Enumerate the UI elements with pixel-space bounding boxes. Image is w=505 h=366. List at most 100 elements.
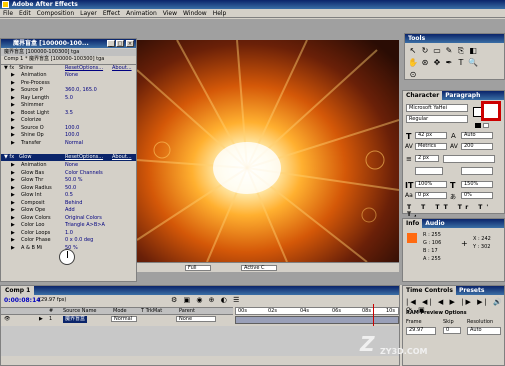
param-value[interactable]: Normal <box>65 140 83 147</box>
pen-tool-icon[interactable]: ✒ <box>444 58 454 68</box>
zoom-select[interactable]: Full <box>185 265 211 271</box>
expand-arrow-icon[interactable]: ▶ <box>11 245 15 252</box>
expand-arrow-icon[interactable]: ▶ <box>11 95 15 102</box>
about-link[interactable]: About... <box>112 154 132 161</box>
zoom-tool-icon[interactable]: 🔍 <box>468 58 478 68</box>
reset-link[interactable]: Reset <box>65 154 79 161</box>
menu-composition[interactable]: Composition <box>34 9 77 18</box>
menu-view[interactable]: View <box>160 9 180 18</box>
expand-arrow-icon[interactable]: ▶ <box>11 177 15 184</box>
stroke-style-select[interactable] <box>443 155 495 163</box>
font-size-input[interactable]: 42 px <box>415 132 447 139</box>
options-link[interactable]: Options... <box>79 154 103 161</box>
expand-arrow-icon[interactable]: ▶ <box>11 102 15 109</box>
tsume-input[interactable]: 0% <box>461 192 493 199</box>
effect-param-row[interactable]: ▶ Colorize <box>1 117 136 124</box>
font-style-select[interactable]: Regular <box>406 115 468 123</box>
effect-param-row[interactable]: ▶ Animation None <box>1 162 136 169</box>
expand-arrow-icon[interactable]: ▶ <box>11 80 15 87</box>
param-value[interactable]: 0 x 0.0 deg <box>65 237 93 244</box>
effect-param-row[interactable]: ▶ Ray Length 5.0 <box>1 95 136 102</box>
param-value[interactable]: None <box>65 72 78 79</box>
active-camera-select[interactable]: Active C <box>241 265 277 271</box>
menu-window[interactable]: Window <box>180 9 210 18</box>
rotate-tool-icon[interactable]: ↻ <box>420 46 430 56</box>
vertical-scale-input[interactable]: 100% <box>415 181 447 188</box>
effect-param-row[interactable]: ▶ Glow Ope Add <box>1 207 136 214</box>
black-swatch[interactable] <box>475 123 481 128</box>
expand-arrow-icon[interactable]: ▶ <box>11 200 15 207</box>
expand-arrow-icon[interactable]: ▶ <box>11 162 15 169</box>
param-value[interactable]: Behind <box>65 200 82 207</box>
effect-param-row[interactable]: ▶ Glow Thr 50.0 % <box>1 177 136 184</box>
param-value[interactable]: 100.0 <box>65 132 79 139</box>
menu-animation[interactable]: Animation <box>123 9 160 18</box>
layer-name[interactable]: 魔界盲盒 <box>63 316 88 323</box>
menu-effect[interactable]: Effect <box>100 9 123 18</box>
expand-arrow-icon[interactable]: ▶ <box>39 316 43 323</box>
baseline-select[interactable] <box>461 167 493 175</box>
layer-duration-bar[interactable] <box>235 316 399 324</box>
param-value[interactable]: 100.0 <box>65 125 79 132</box>
effect-param-row[interactable]: ▶ Color Loops 1.0 <box>1 230 136 237</box>
param-value[interactable]: Color Channels <box>65 170 103 177</box>
layer-mode-select[interactable]: Normal <box>111 316 137 322</box>
effect-param-row[interactable]: ▶ Glow Colors Original Colors <box>1 215 136 222</box>
stroke-fill-select[interactable] <box>415 167 443 175</box>
tab-audio[interactable]: Audio <box>422 219 447 228</box>
expand-arrow-icon[interactable]: ▶ <box>11 87 15 94</box>
expand-arrow-icon[interactable]: ▶ <box>11 222 15 229</box>
param-value[interactable]: 5.0 <box>65 95 73 102</box>
effect-param-row[interactable]: ▶ Shimmer <box>1 102 136 109</box>
param-value[interactable]: 50.0 <box>65 185 76 192</box>
expand-arrow-icon[interactable]: ▶ <box>11 132 15 139</box>
effect-controls-tab[interactable]: 魔界盲盒 [100000-100300] tga <box>1 49 136 56</box>
skip-input[interactable]: 0 <box>443 327 461 334</box>
param-value[interactable]: Triangle A>B>A <box>65 222 105 229</box>
menu-file[interactable]: File <box>0 9 16 18</box>
orbit-tool-icon[interactable]: ⊙ <box>408 70 418 80</box>
minimize-button[interactable]: _ <box>107 40 115 47</box>
horizontal-scale-input[interactable]: 150% <box>461 181 493 188</box>
color-phase-dial[interactable] <box>59 249 75 265</box>
hand-tool-icon[interactable]: ✋ <box>408 58 418 68</box>
camera-orbit-icon[interactable]: ⊛ <box>420 58 430 68</box>
rectangle-mask-icon[interactable]: ▭ <box>432 46 442 56</box>
font-family-select[interactable]: Microsoft YaHei <box>406 104 468 112</box>
tab-info[interactable]: Info <box>403 219 423 228</box>
time-ruler[interactable]: 00s 02s 04s 06s 08s 10s <box>235 307 399 315</box>
visibility-eye-icon[interactable]: 👁 <box>4 316 10 323</box>
param-value[interactable]: 0.5 <box>65 192 73 199</box>
clone-tool-icon[interactable]: ⎘ <box>456 46 466 56</box>
effect-param-row[interactable]: ▶ Source O 100.0 <box>1 125 136 132</box>
effect-param-row[interactable]: ▶ Pre-Process <box>1 80 136 87</box>
param-value[interactable]: 3.5 <box>65 110 73 117</box>
effect-param-row[interactable]: ▶ Color Loo Triangle A>B>A <box>1 222 136 229</box>
effect-param-row[interactable]: ▶ Glow Bas Color Channels <box>1 170 136 177</box>
maximize-button[interactable]: □ <box>116 40 124 47</box>
frame-rate-select[interactable]: 29.97 <box>406 327 436 335</box>
resolution-select[interactable]: Auto <box>467 327 501 335</box>
close-button[interactable]: × <box>126 40 134 47</box>
layer-parent-select[interactable]: None <box>176 316 216 322</box>
expand-arrow-icon[interactable]: ▶ <box>11 207 15 214</box>
effect-param-row[interactable]: ▶ Glow Radius 50.0 <box>1 185 136 192</box>
effect-param-row[interactable]: ▶ Animation None <box>1 72 136 79</box>
stroke-color-swatch[interactable] <box>481 101 501 121</box>
param-value[interactable]: Add <box>65 207 75 214</box>
tab-paragraph[interactable]: Paragraph <box>442 91 483 100</box>
menu-edit[interactable]: Edit <box>16 9 34 18</box>
stroke-width-input[interactable]: 2 px <box>415 155 439 162</box>
leading-input[interactable]: Auto <box>461 132 493 139</box>
expand-arrow-icon[interactable]: ▶ <box>11 140 15 147</box>
about-link[interactable]: About... <box>112 65 132 72</box>
white-swatch[interactable] <box>483 123 489 128</box>
baseline-shift-input[interactable]: 0 px <box>415 192 447 199</box>
effect-param-row[interactable]: ▶ Transfer Normal <box>1 140 136 147</box>
col-source-name[interactable]: Source Name <box>63 308 97 315</box>
menu-help[interactable]: Help <box>210 9 230 18</box>
tab-presets[interactable]: Presets <box>456 286 488 295</box>
effect-param-row[interactable]: ▶ Boost Light 3.5 <box>1 110 136 117</box>
pan-behind-icon[interactable]: ✥ <box>432 58 442 68</box>
effect-glow-header[interactable]: ▼ fx Glow Reset Options... About... <box>1 154 136 161</box>
